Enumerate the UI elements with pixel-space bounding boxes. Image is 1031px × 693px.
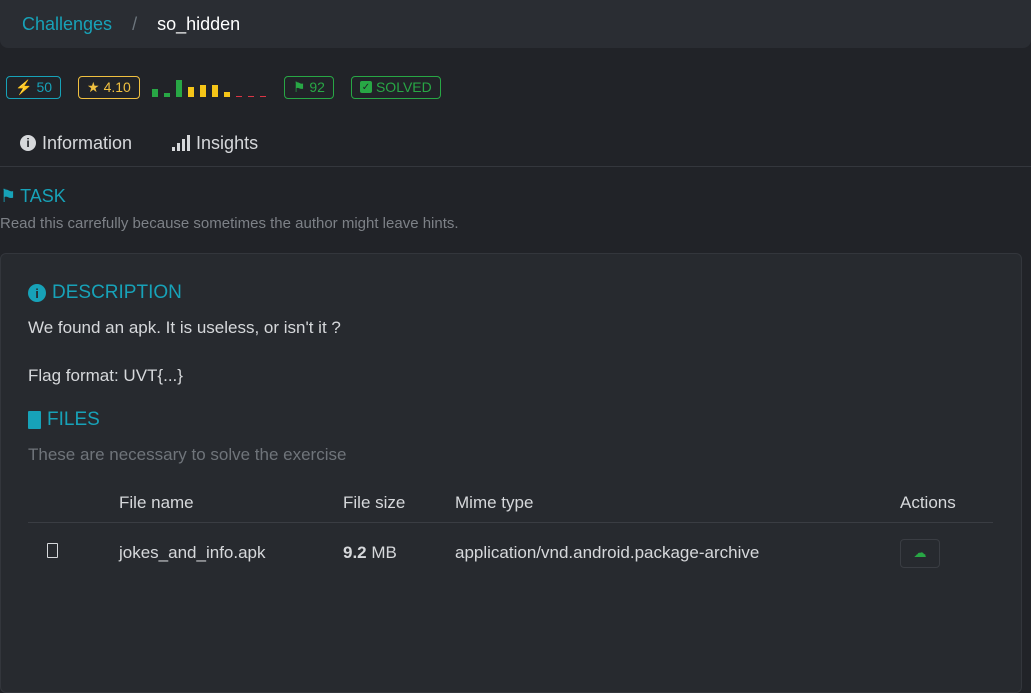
tab-information[interactable]: i Information (0, 122, 152, 164)
tab-insights[interactable]: Insights (152, 122, 278, 164)
breadcrumb-current: so_hidden (157, 13, 241, 34)
tab-insights-label: Insights (196, 132, 259, 153)
breadcrumb-separator: / (132, 13, 138, 34)
points-value: 50 (36, 79, 53, 95)
flag-icon: ⚑ (0, 186, 17, 206)
rating-distribution (151, 77, 266, 97)
breadcrumb: Challenges / so_hidden (0, 0, 1031, 48)
rating-bar (151, 89, 158, 97)
column-file-size: File size (343, 484, 455, 523)
rating-bar (163, 93, 170, 97)
description-title: DESCRIPTION (52, 282, 182, 303)
description-line: We found an apk. It is useless, or isn't… (28, 318, 341, 337)
file-outline-icon (47, 543, 58, 559)
files-subtitle: These are necessary to solve the exercis… (28, 445, 347, 464)
actions-cell: ☁ (900, 522, 993, 584)
rating-bar (199, 85, 206, 97)
breadcrumb-challenges-link[interactable]: Challenges (22, 14, 112, 35)
task-subtitle: Read this carrefully because sometimes t… (0, 215, 459, 232)
file-size-unit: MB (371, 543, 397, 563)
tab-bar: i Information Insights (0, 122, 1031, 167)
info-circle-icon: i (20, 135, 36, 151)
file-mime: application/vnd.android.package-archive (455, 543, 760, 563)
rating-bar (259, 96, 266, 97)
rating-bar (211, 85, 218, 97)
solves-value: 92 (309, 79, 325, 95)
rating-value: 4.10 (103, 79, 131, 95)
rating-bar (223, 92, 230, 97)
description-line: Flag format: UVT{...} (28, 366, 183, 385)
rating-bar (247, 96, 254, 97)
status-badge: ✓ SOLVED (350, 75, 441, 99)
signal-bars-icon (172, 135, 191, 151)
info-circle-icon: i (28, 284, 46, 302)
files-heading: FILES (28, 409, 100, 431)
tab-information-label: Information (42, 132, 133, 153)
checkered-flag-icon: ⚑ (292, 78, 306, 95)
rating-bar (187, 87, 194, 97)
task-title: TASK (20, 186, 66, 206)
rating-bar (235, 96, 242, 97)
files-title: FILES (47, 409, 100, 430)
challenge-card: i DESCRIPTION We found an apk. It is use… (0, 253, 1022, 693)
file-icon-cell (28, 522, 119, 584)
check-square-icon: ✓ (359, 81, 372, 93)
file-size-value: 9.2 (343, 543, 367, 563)
column-file-name: File name (119, 484, 343, 523)
icon-column (28, 484, 119, 523)
lightning-icon: ⚡ (15, 78, 33, 95)
file-name[interactable]: jokes_and_info.apk (119, 522, 343, 584)
points-badge: ⚡ 50 (6, 75, 62, 99)
description-heading: i DESCRIPTION (28, 282, 182, 304)
status-value: SOLVED (375, 79, 432, 95)
rating-badge: ★ 4.10 (78, 75, 140, 99)
cloud-download-icon: ☁ (913, 545, 927, 561)
column-mime-type: Mime type (455, 484, 900, 523)
files-table: File name File size Mime type Actions jo… (28, 484, 993, 584)
file-icon (28, 411, 41, 429)
star-icon: ★ (87, 78, 100, 95)
solves-badge: ⚑ 92 (283, 75, 334, 99)
column-actions: Actions (900, 484, 993, 523)
download-button[interactable]: ☁ (900, 538, 940, 568)
rating-bar (175, 80, 182, 97)
table-row: jokes_and_info.apk 9.2 MB application/vn… (28, 522, 993, 584)
challenge-badges: ⚡ 50 ★ 4.10 ⚑ 92 ✓ SOLVED (6, 75, 441, 99)
file-size: 9.2 MB (343, 522, 455, 584)
task-heading: ⚑ TASK (0, 186, 66, 207)
